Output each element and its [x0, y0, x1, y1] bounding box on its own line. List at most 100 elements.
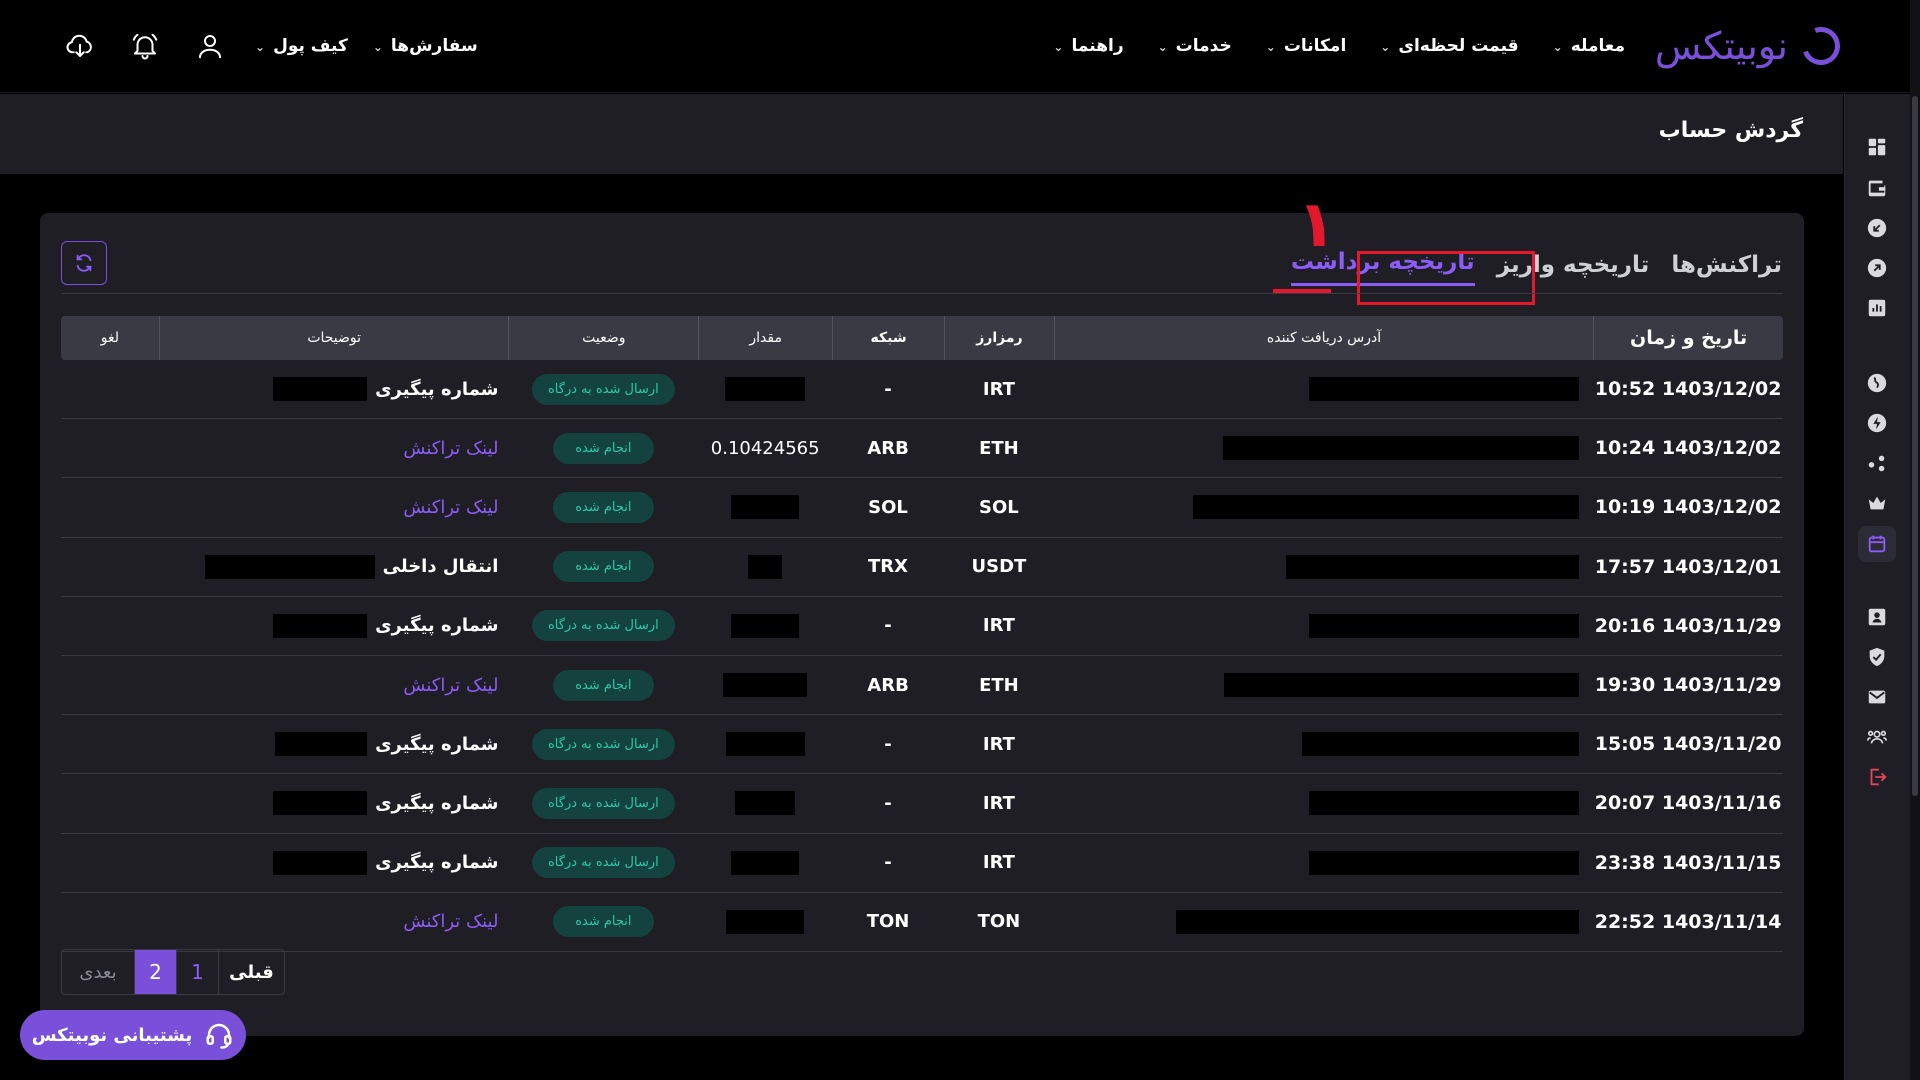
- cell-description: انتقال داخلی: [159, 538, 509, 596]
- refresh-button[interactable]: [61, 241, 107, 285]
- col-network: شبکه: [832, 316, 944, 360]
- cell-network: ARB: [867, 674, 909, 696]
- users-icon[interactable]: [1864, 724, 1890, 750]
- redacted-amount: [735, 791, 796, 816]
- cell-cancel: [61, 715, 159, 773]
- crown-icon[interactable]: [1864, 490, 1890, 516]
- col-status: وضعیت: [508, 316, 698, 360]
- user-icon[interactable]: [190, 26, 230, 66]
- cell-cancel: [61, 360, 159, 418]
- deposit-icon[interactable]: [1864, 215, 1890, 241]
- cell-amount: 0.10424565: [698, 419, 832, 477]
- redacted-description: [204, 554, 375, 579]
- brand-name: نوبیتکس: [1654, 24, 1788, 68]
- transaction-link[interactable]: لینک تراکنش: [403, 675, 498, 696]
- table-row[interactable]: 1403/12/02 10:24 ETH ARB 0.10424565 انجام شد…: [61, 419, 1783, 479]
- cell-status: انجام شده: [508, 419, 698, 477]
- bell-icon[interactable]: [125, 26, 165, 66]
- dashboard-icon[interactable]: [1864, 134, 1890, 160]
- cell-status: ارسال شده به درگاه: [508, 715, 698, 773]
- nav-item-help[interactable]: راهنما ⌄: [1053, 36, 1123, 56]
- table-row[interactable]: 1403/11/15 23:38 IRT - ارسال شده به درگاه شم…: [61, 834, 1783, 893]
- cloud-download-icon[interactable]: [60, 26, 100, 66]
- description-label: شماره پیگیری: [375, 378, 499, 400]
- cell-coin: ETH: [979, 437, 1019, 459]
- chevron-down-icon: ⌄: [1380, 40, 1391, 54]
- table-row[interactable]: 1403/11/20 15:05 IRT - ارسال شده به درگاه شم…: [61, 715, 1783, 775]
- cell-date: 1403/11/14 22:52: [1594, 910, 1782, 933]
- lightning-icon[interactable]: [1864, 410, 1890, 436]
- page-scrollbar[interactable]: [1910, 0, 1920, 1080]
- nav-label: امکانات: [1283, 36, 1347, 56]
- support-button[interactable]: پشتیبانی نوبیتکس: [20, 1010, 246, 1060]
- cell-amount: [698, 715, 832, 773]
- cell-address: [1054, 360, 1593, 418]
- transaction-link[interactable]: لینک تراکنش: [403, 911, 498, 932]
- cell-address: [1054, 478, 1593, 536]
- nav-label: خدمات: [1175, 36, 1232, 56]
- redacted-amount: [731, 613, 800, 638]
- table-row[interactable]: 1403/11/14 22:52 TON TON انجام شده لینک تراک…: [61, 893, 1783, 952]
- profile-icon[interactable]: [1864, 604, 1890, 630]
- pagination-page-2[interactable]: 2: [134, 950, 176, 994]
- chart-icon[interactable]: [1864, 295, 1890, 321]
- redacted-address: [1309, 850, 1580, 875]
- table-row[interactable]: 1403/12/02 10:19 SOL SOL انجام شده لینک تراک…: [61, 478, 1783, 538]
- pagination-next[interactable]: بعدی: [62, 950, 134, 994]
- cell-description: لینک تراکنش: [159, 419, 509, 477]
- calendar-icon[interactable]: [1858, 526, 1896, 562]
- shield-icon[interactable]: [1864, 644, 1890, 670]
- redacted-address: [1224, 673, 1580, 698]
- page-header: گردش حساب: [0, 94, 1843, 174]
- cell-status: ارسال شده به درگاه: [508, 360, 698, 418]
- table-row[interactable]: 1403/12/02 10:52 IRT - ارسال شده به درگاه شم…: [61, 360, 1783, 420]
- cell-cancel: [61, 834, 159, 892]
- mail-icon[interactable]: [1864, 684, 1890, 710]
- redacted-address: [1309, 791, 1580, 816]
- nav-label: قیمت لحظه‌ای: [1398, 36, 1519, 56]
- nav-item-prices[interactable]: قیمت لحظه‌ای ⌄: [1380, 36, 1518, 56]
- scrollbar-thumb[interactable]: [1912, 96, 1918, 796]
- cell-coin: IRT: [982, 378, 1015, 400]
- brand-logo[interactable]: نوبیتکس: [1654, 20, 1847, 72]
- share-icon[interactable]: [1864, 450, 1890, 476]
- chevron-down-icon: ⌄: [1157, 40, 1168, 54]
- wallet-menu[interactable]: کیف پول ⌄: [255, 36, 348, 56]
- tab-deposit-history[interactable]: تاریخچه واریز: [1497, 252, 1650, 286]
- cell-amount: [698, 538, 832, 596]
- table-row[interactable]: 1403/11/29 20:16 IRT - ارسال شده به درگاه شم…: [61, 597, 1783, 656]
- logout-icon[interactable]: [1864, 764, 1890, 790]
- status-badge: ارسال شده به درگاه: [532, 728, 675, 760]
- cell-coin: IRT: [982, 615, 1015, 637]
- redacted-address: [1223, 436, 1580, 461]
- cell-description: شماره پیگیری: [159, 360, 509, 418]
- status-badge: ارسال شده به درگاه: [532, 787, 675, 819]
- nav-item-trade[interactable]: معامله ⌄: [1553, 36, 1625, 56]
- nav-item-features[interactable]: امکانات ⌄: [1266, 36, 1347, 56]
- status-badge: ارسال شده به درگاه: [532, 373, 675, 405]
- pagination-prev[interactable]: قبلی: [218, 950, 284, 994]
- cell-amount: [698, 893, 832, 951]
- status-badge: ارسال شده به درگاه: [532, 847, 675, 879]
- cell-network: TON: [866, 911, 910, 933]
- cell-description: شماره پیگیری: [159, 774, 509, 832]
- transaction-link[interactable]: لینک تراکنش: [403, 497, 498, 518]
- tab-transactions[interactable]: تراکنش‌ها: [1671, 252, 1782, 286]
- transaction-link[interactable]: لینک تراکنش: [403, 438, 498, 459]
- wallet-icon[interactable]: [1864, 175, 1890, 201]
- table-row[interactable]: 1403/12/01 17:57 USDT TRX انجام شده انتقال د…: [61, 538, 1783, 597]
- cell-coin: TON: [977, 911, 1021, 933]
- nav-item-services[interactable]: خدمات ⌄: [1158, 36, 1232, 56]
- top-bar: نوبیتکس معامله ⌄ قیمت لحظه‌ای ⌄ امکانات ⌄ خ…: [0, 0, 1920, 93]
- chevron-down-icon: ⌄: [372, 40, 383, 54]
- cell-status: انجام شده: [508, 538, 698, 596]
- globe-icon[interactable]: [1864, 370, 1890, 396]
- table-row[interactable]: 1403/11/16 20:07 IRT - ارسال شده به درگاه شم…: [61, 774, 1783, 834]
- pagination-page-1[interactable]: 1: [176, 950, 218, 994]
- redacted-address: [1302, 732, 1580, 757]
- status-badge: انجام شده: [553, 669, 654, 701]
- table-row[interactable]: 1403/11/29 19:30 ETH ARB انجام شده لینک تراک…: [61, 656, 1783, 716]
- withdraw-icon[interactable]: [1864, 255, 1890, 281]
- redacted-description: [273, 791, 368, 816]
- orders-menu[interactable]: سفارش‌ها ⌄: [373, 36, 478, 56]
